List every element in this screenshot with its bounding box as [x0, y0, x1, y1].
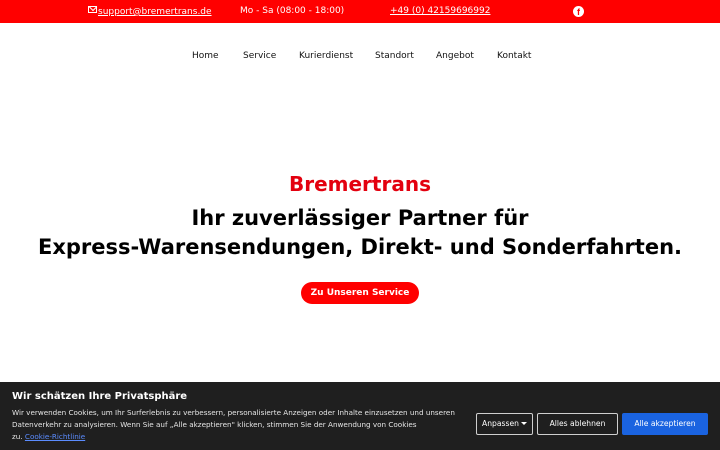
caret-down-icon	[520, 422, 527, 425]
phone-contact[interactable]: +49 (0) 42159696992	[390, 6, 490, 17]
accept-all-button[interactable]: Alle akzeptieren	[622, 413, 708, 435]
nav-item-home[interactable]: Home	[192, 51, 219, 61]
service-cta-button[interactable]: Zu Unseren Service	[301, 282, 419, 304]
cookie-text-line-1: Wir verwenden Cookies, um Ihr Surferlebn…	[12, 408, 455, 417]
nav-item-kontakt[interactable]: Kontakt	[497, 51, 531, 61]
cookie-text: Wir verwenden Cookies, um Ihr Surferlebn…	[12, 407, 462, 443]
cookie-policy-link[interactable]: Cookie-Richtlinie	[25, 432, 85, 441]
mail-icon	[88, 6, 97, 13]
nav-item-angebot[interactable]: Angebot	[436, 51, 474, 61]
nav-item-kurierdienst[interactable]: Kurierdienst	[299, 51, 353, 61]
phone-link[interactable]: +49 (0) 42159696992	[390, 6, 490, 16]
email-link[interactable]: support@bremertrans.de	[98, 7, 212, 17]
hero-tagline: Ihr zuverlässiger Partner für Express-Wa…	[0, 204, 720, 262]
customize-button[interactable]: Anpassen	[476, 413, 533, 435]
cookie-text-line-2: Datenverkehr zu analysieren. Wenn Sie au…	[12, 420, 417, 429]
email-contact[interactable]: support@bremertrans.de	[88, 6, 212, 18]
top-contact-bar: support@bremertrans.de Mo - Sa (08:00 - …	[0, 0, 720, 23]
tagline-line-1: Ihr zuverlässiger Partner für	[191, 206, 529, 230]
cookie-text-line-3: zu. Cookie-Richtlinie	[12, 431, 462, 443]
facebook-icon[interactable]: f	[573, 6, 584, 17]
nav-item-standort[interactable]: Standort	[375, 51, 414, 61]
hero-section: Bremertrans Ihr zuverlässiger Partner fü…	[0, 170, 720, 304]
reject-all-button[interactable]: Alles ablehnen	[537, 413, 618, 435]
opening-hours: Mo - Sa (08:00 - 18:00)	[240, 6, 345, 16]
brand-title: Bremertrans	[288, 172, 431, 196]
main-navigation: Home Service Kurierdienst Standort Angeb…	[0, 23, 720, 89]
cookie-consent-banner: Wir schätzen Ihre Privatsphäre Wir verwe…	[0, 382, 720, 450]
nav-item-service[interactable]: Service	[243, 51, 276, 61]
cookie-text-prefix: zu.	[12, 432, 23, 441]
cookie-title: Wir schätzen Ihre Privatsphäre	[12, 391, 188, 402]
tagline-line-2: Express-Warensendungen, Direkt- und Sond…	[37, 235, 683, 259]
customize-label: Anpassen	[482, 419, 519, 428]
